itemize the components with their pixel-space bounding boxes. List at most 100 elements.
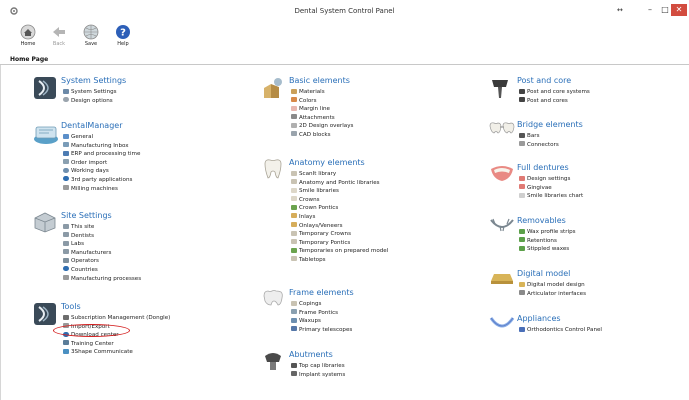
tools-icon bbox=[34, 303, 56, 325]
section-title[interactable]: Full dentures bbox=[517, 163, 569, 172]
coping-icon bbox=[291, 300, 297, 306]
link-digital-model-design[interactable]: Digital model design bbox=[519, 281, 586, 290]
section-title[interactable]: Frame elements bbox=[289, 288, 354, 297]
back-arrow-icon bbox=[53, 27, 65, 37]
training-icon bbox=[63, 340, 69, 346]
link-crowns[interactable]: Crowns bbox=[291, 196, 388, 205]
link-smile-libraries-chart[interactable]: Smile libraries chart bbox=[519, 192, 583, 201]
section-title[interactable]: Appliances bbox=[517, 314, 561, 323]
back-button[interactable]: Back bbox=[46, 24, 72, 52]
link-design-settings[interactable]: Design settings bbox=[519, 175, 583, 184]
import-export-highlight-ring bbox=[53, 324, 130, 337]
bridge-icon bbox=[489, 122, 515, 134]
link-orthodontics-control-panel[interactable]: Orthodontics Control Panel bbox=[519, 326, 602, 335]
link-waxups[interactable]: Waxups bbox=[291, 317, 352, 326]
help-button[interactable]: ? Help bbox=[110, 24, 136, 52]
section-title[interactable]: Post and core bbox=[517, 76, 571, 85]
link-milling-machines[interactable]: Milling machines bbox=[63, 185, 140, 194]
link-design-options[interactable]: Design options bbox=[63, 97, 117, 106]
link-temporary-pontics[interactable]: Temporary Pontics bbox=[291, 239, 388, 248]
link-crown-pontics[interactable]: Crown Pontics bbox=[291, 204, 388, 213]
link-2d-design-overlays[interactable]: 2D Design overlays bbox=[291, 122, 353, 131]
help-icon: ? bbox=[116, 25, 130, 39]
link-materials[interactable]: Materials bbox=[291, 88, 353, 97]
link-general[interactable]: General bbox=[63, 133, 140, 142]
link-anatomy-pontic-libraries[interactable]: Anatomy and Pontic libraries bbox=[291, 179, 388, 188]
link-erp[interactable]: ERP and processing time bbox=[63, 150, 140, 159]
link-system-settings[interactable]: System Settings bbox=[63, 88, 117, 97]
bar-icon bbox=[519, 132, 525, 138]
home-button[interactable]: Home bbox=[15, 24, 41, 52]
maximize-button[interactable]: □ bbox=[660, 4, 670, 16]
link-connectors[interactable]: Connectors bbox=[519, 141, 559, 150]
temporary-pontic-icon bbox=[291, 239, 297, 245]
link-manufacturers[interactable]: Manufacturers bbox=[63, 249, 141, 258]
section-title[interactable]: DentalManager bbox=[61, 121, 122, 130]
link-implant-systems[interactable]: Implant systems bbox=[291, 371, 345, 380]
link-scanit-library[interactable]: ScanIt library bbox=[291, 170, 388, 179]
minimize-button[interactable]: – bbox=[645, 4, 655, 16]
save-button[interactable]: Save bbox=[78, 24, 104, 52]
milling-icon bbox=[63, 185, 69, 191]
link-this-site[interactable]: This site bbox=[63, 223, 141, 232]
toolbar: Home Back Save ? Help bbox=[0, 22, 689, 52]
link-manufacturing-processes[interactable]: Manufacturing processes bbox=[63, 275, 141, 284]
link-dentists[interactable]: Dentists bbox=[63, 232, 141, 241]
top-cap-icon bbox=[291, 362, 297, 368]
link-cad-blocks[interactable]: CAD blocks bbox=[291, 131, 353, 140]
back-label: Back bbox=[52, 41, 66, 47]
left-border bbox=[0, 65, 1, 400]
link-subscription-management[interactable]: Subscription Management (Dongle) bbox=[63, 314, 170, 323]
section-title[interactable]: Abutments bbox=[289, 350, 333, 359]
link-temporary-crowns[interactable]: Temporary Crowns bbox=[291, 230, 388, 239]
header-divider bbox=[0, 64, 689, 65]
link-countries[interactable]: Countries bbox=[63, 266, 141, 275]
link-3rd-party[interactable]: 3rd party applications bbox=[63, 176, 140, 185]
link-inlays[interactable]: Inlays bbox=[291, 213, 388, 222]
link-retentions[interactable]: Retentions bbox=[519, 237, 576, 246]
link-top-cap-libraries[interactable]: Top cap libraries bbox=[291, 362, 345, 371]
link-articulator-interfaces[interactable]: Articulator interfaces bbox=[519, 290, 586, 299]
section-title[interactable]: Anatomy elements bbox=[289, 158, 365, 167]
link-margin-line[interactable]: Margin line bbox=[291, 105, 353, 114]
section-title[interactable]: Basic elements bbox=[289, 76, 350, 85]
link-manufacturing-inbox[interactable]: Manufacturing Inbox bbox=[63, 142, 140, 151]
link-smile-libraries[interactable]: Smile libraries bbox=[291, 187, 388, 196]
restore-size-icon[interactable]: ↔ bbox=[617, 6, 623, 14]
link-operators[interactable]: Operators bbox=[63, 257, 141, 266]
link-labs[interactable]: Labs bbox=[63, 240, 141, 249]
link-temporaries-prepared-model[interactable]: Temporaries on prepared model bbox=[291, 247, 388, 256]
smile-icon bbox=[291, 187, 297, 193]
site-icon bbox=[63, 223, 69, 229]
close-button[interactable]: ✕ bbox=[671, 4, 687, 16]
link-training-center[interactable]: Training Center bbox=[63, 340, 170, 349]
link-primary-telescopes[interactable]: Primary telescopes bbox=[291, 326, 352, 335]
manufacturer-icon bbox=[63, 249, 69, 255]
link-attachments[interactable]: Attachments bbox=[291, 114, 353, 123]
link-working-days[interactable]: Working days bbox=[63, 167, 140, 176]
link-stippled-waxes[interactable]: Stippled waxes bbox=[519, 245, 576, 254]
cad-block-icon bbox=[291, 131, 297, 137]
link-wax-profile-strips[interactable]: Wax profile strips bbox=[519, 228, 576, 237]
link-onlays-veneers[interactable]: Onlays/Veneers bbox=[291, 222, 388, 231]
dentist-icon bbox=[63, 232, 69, 238]
section-title[interactable]: Bridge elements bbox=[517, 120, 583, 129]
section-title[interactable]: Tools bbox=[61, 302, 81, 311]
link-bars[interactable]: Bars bbox=[519, 132, 559, 141]
link-colors[interactable]: Colors bbox=[291, 97, 353, 106]
link-frame-pontics[interactable]: Frame Pontics bbox=[291, 309, 352, 318]
section-title[interactable]: Site Settings bbox=[61, 211, 112, 220]
link-tabletops[interactable]: Tabletops bbox=[291, 256, 388, 265]
link-gingivae[interactable]: Gingivae bbox=[519, 184, 583, 193]
section-title[interactable]: Digital model bbox=[517, 269, 570, 278]
design-options-icon bbox=[63, 97, 69, 103]
link-order-import[interactable]: Order import bbox=[63, 159, 140, 168]
section-title[interactable]: System Settings bbox=[61, 76, 126, 85]
section-title[interactable]: Removables bbox=[517, 216, 566, 225]
operators-icon bbox=[63, 257, 69, 263]
link-copings[interactable]: Copings bbox=[291, 300, 352, 309]
connector-icon bbox=[519, 141, 525, 147]
link-3shape-communicate[interactable]: 3Shape Communicate bbox=[63, 348, 170, 357]
link-post-core-systems[interactable]: Post and core systems bbox=[519, 88, 590, 97]
link-post-and-cores[interactable]: Post and cores bbox=[519, 97, 590, 106]
